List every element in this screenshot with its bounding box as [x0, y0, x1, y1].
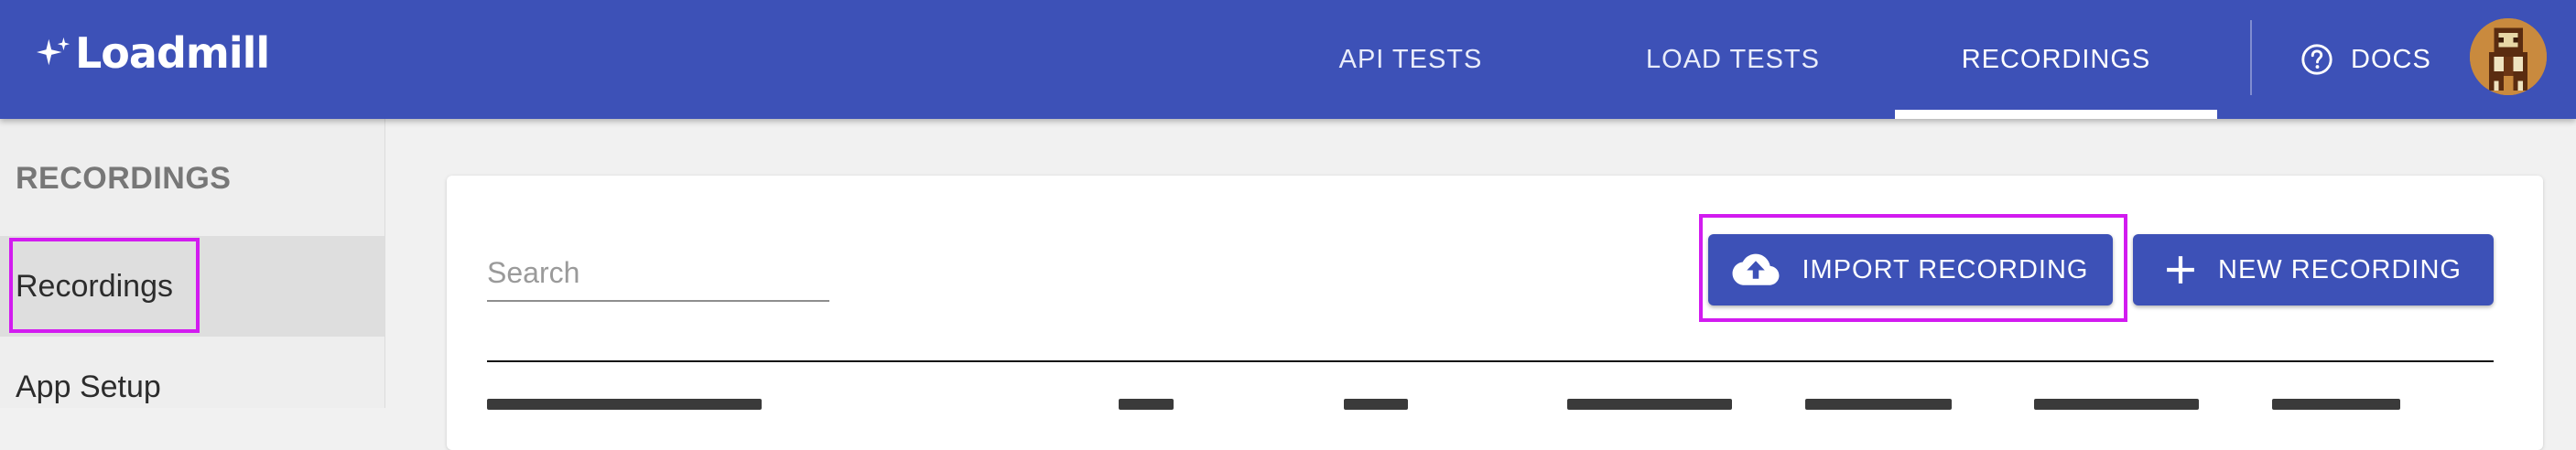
- sparkle-icon: [37, 37, 70, 66]
- tab-label: API TESTS: [1338, 44, 1483, 74]
- active-tab-indicator: [1895, 110, 2217, 119]
- loadmill-logo[interactable]: Loadmill: [37, 24, 270, 82]
- sidebar: RECORDINGS Recordings App Setup: [0, 119, 385, 408]
- tab-load-tests[interactable]: LOAD TESTS: [1631, 0, 1835, 119]
- nav-divider: [2250, 20, 2252, 95]
- top-navigation-bar: Loadmill API TESTS LOAD TESTS RECORDINGS…: [0, 0, 2576, 119]
- sidebar-item-label: App Setup: [16, 369, 161, 404]
- table-header-row-cut-off: [487, 395, 2494, 410]
- table-header-divider: [487, 360, 2494, 362]
- sidebar-item-app-setup[interactable]: App Setup: [0, 337, 384, 437]
- new-recording-button[interactable]: NEW RECORDING: [2133, 234, 2494, 305]
- help-circle-icon: [2301, 44, 2332, 75]
- docs-label: DOCS: [2351, 44, 2431, 74]
- search-input[interactable]: [487, 247, 829, 299]
- tab-recordings[interactable]: RECORDINGS: [1895, 0, 2217, 119]
- sidebar-heading: RECORDINGS: [16, 161, 232, 196]
- tab-label: RECORDINGS: [1961, 44, 2151, 74]
- tab-label: LOAD TESTS: [1646, 44, 1820, 74]
- brand-name: Loadmill: [75, 28, 270, 78]
- sidebar-item-label: Recordings: [16, 268, 173, 304]
- import-recording-label: IMPORT RECORDING: [1802, 254, 2089, 284]
- new-recording-label: NEW RECORDING: [2218, 254, 2462, 284]
- import-recording-button[interactable]: IMPORT RECORDING: [1708, 234, 2113, 305]
- tab-api-tests[interactable]: API TESTS: [1309, 0, 1512, 119]
- cloud-upload-icon: [1733, 253, 1780, 285]
- sidebar-item-recordings[interactable]: Recordings: [0, 236, 384, 337]
- plus-icon: [2167, 256, 2194, 284]
- pixel-avatar-image: [2470, 18, 2547, 95]
- docs-link[interactable]: DOCS: [2300, 31, 2431, 88]
- search-field[interactable]: [487, 240, 829, 302]
- user-avatar[interactable]: [2470, 18, 2547, 95]
